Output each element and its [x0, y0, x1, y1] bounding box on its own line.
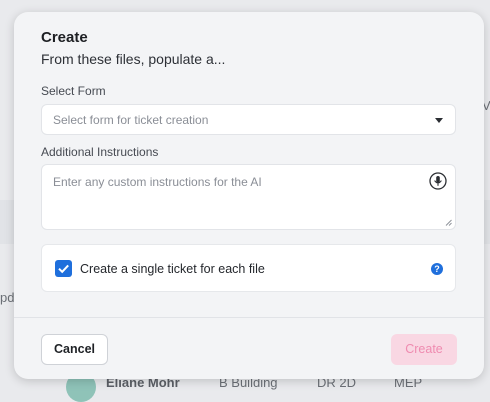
- modal-title: Create: [41, 29, 88, 46]
- cancel-button[interactable]: Cancel: [41, 334, 108, 365]
- select-form-label: Select Form: [41, 84, 106, 98]
- single-ticket-label[interactable]: Create a single ticket for each file: [80, 262, 265, 276]
- single-ticket-checkbox[interactable]: [55, 260, 72, 277]
- background-text-left: pd: [0, 290, 15, 305]
- additional-instructions-placeholder: Enter any custom instructions for the AI: [53, 175, 262, 189]
- additional-instructions-label: Additional Instructions: [41, 145, 159, 159]
- checkmark-icon: [58, 264, 69, 274]
- chevron-down-icon: [435, 118, 443, 123]
- microphone-icon[interactable]: [429, 172, 447, 190]
- help-icon[interactable]: ?: [431, 263, 443, 275]
- create-button[interactable]: Create: [391, 334, 457, 365]
- modal-subtitle: From these files, populate a...: [41, 51, 226, 67]
- single-ticket-option: Create a single ticket for each file ?: [41, 244, 456, 292]
- footer-divider: [14, 317, 484, 318]
- select-form-placeholder: Select form for ticket creation: [53, 113, 209, 127]
- resize-handle-icon[interactable]: [445, 219, 452, 226]
- select-form-dropdown[interactable]: Select form for ticket creation: [41, 104, 456, 135]
- create-modal: Create From these files, populate a... S…: [14, 12, 484, 379]
- additional-instructions-textarea[interactable]: Enter any custom instructions for the AI: [41, 164, 456, 230]
